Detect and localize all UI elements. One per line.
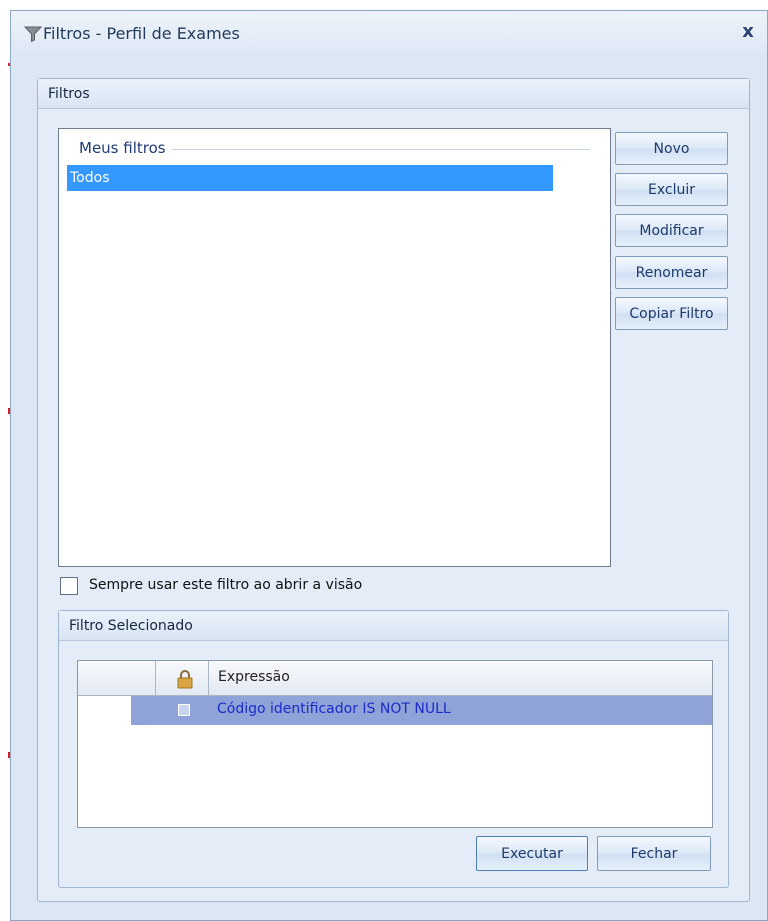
title-bar: Filtros - Perfil de Exames x xyxy=(11,11,767,56)
selected-filter-title: Filtro Selecionado xyxy=(59,611,728,641)
always-use-filter-checkbox[interactable] xyxy=(60,577,78,595)
delete-button[interactable]: Excluir xyxy=(615,173,728,206)
close-button[interactable]: x xyxy=(737,21,759,43)
col-separator xyxy=(208,661,209,696)
col-separator xyxy=(155,661,156,696)
new-button[interactable]: Novo xyxy=(615,132,728,165)
expression-column-header[interactable]: Expressão xyxy=(218,669,290,685)
filter-icon xyxy=(23,24,43,44)
list-group-title: Meus filtros xyxy=(79,139,172,157)
list-item[interactable]: Todos xyxy=(67,165,553,191)
table-row[interactable]: Código identificador IS NOT NULL xyxy=(131,696,712,725)
lock-checkbox[interactable] xyxy=(178,704,190,716)
filters-list[interactable]: Meus filtros Todos xyxy=(58,128,611,567)
filters-group-title: Filtros xyxy=(38,79,749,109)
filter-dialog: Filtros - Perfil de Exames x Filtros Meu… xyxy=(10,10,768,921)
modify-button[interactable]: Modificar xyxy=(615,214,728,247)
always-use-filter-label: Sempre usar este filtro ao abrir a visão xyxy=(89,577,363,593)
close-dialog-button[interactable]: Fechar xyxy=(597,836,711,871)
window-title: Filtros - Perfil de Exames xyxy=(43,24,240,43)
execute-button[interactable]: Executar xyxy=(476,836,588,871)
rename-button[interactable]: Renomear xyxy=(615,256,728,289)
grid-header: Expressão xyxy=(78,661,712,696)
expression-cell: Código identificador IS NOT NULL xyxy=(217,701,451,717)
copy-filter-button[interactable]: Copiar Filtro xyxy=(615,297,728,330)
filter-expression-grid[interactable]: Expressão Código identificador IS NOT NU… xyxy=(77,660,713,828)
lock-icon xyxy=(177,669,193,689)
